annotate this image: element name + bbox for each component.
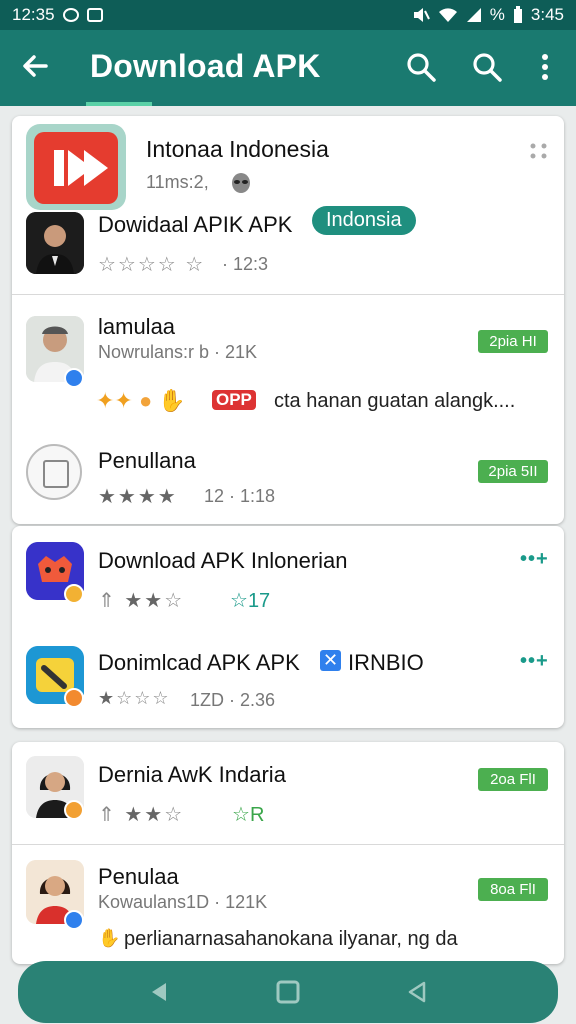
list-item-title[interactable]: Penulaa — [98, 864, 179, 890]
status-badge: 8oa FlI — [478, 878, 548, 901]
status-badge: 2oa FlI — [478, 768, 548, 791]
notification-icon — [62, 8, 79, 22]
overflow-menu-icon[interactable] — [528, 50, 562, 84]
app-bar: Download APK — [0, 30, 576, 106]
verified-icon — [64, 910, 84, 930]
hand-icon: ✋ — [98, 928, 121, 948]
more-options-icon[interactable]: ••+ — [520, 548, 549, 571]
app-card: Intonaa Indonesia 11ms:2, Dowidaal APIK … — [12, 116, 564, 524]
divider — [12, 294, 564, 295]
wifi-icon — [438, 8, 457, 22]
search-icon[interactable] — [404, 50, 438, 84]
status-badge: Indonsia — [312, 206, 416, 235]
mute-icon — [413, 8, 430, 22]
more-options-icon[interactable]: ••+ — [520, 650, 549, 673]
tag-label: IRNBIO — [348, 650, 424, 675]
list-item-title[interactable]: lamulaa — [98, 314, 175, 340]
rating-count: R — [249, 804, 265, 826]
emoji-strip: ✦✦ ● ✋ — [96, 388, 186, 413]
rating-count: 12 · 1:18 — [204, 486, 276, 506]
status-bar: 12:35 % 3:45 — [0, 0, 576, 30]
list-item-title[interactable]: Dowidaal APIK APK — [98, 212, 292, 238]
status-badge: 2pia 5II — [478, 460, 548, 483]
rating-value: ☆17 — [230, 590, 271, 612]
tag-icon: ✕ — [320, 650, 342, 671]
back-nav-icon[interactable] — [142, 975, 176, 1009]
calendar-icon — [86, 8, 103, 22]
app-placeholder-icon[interactable] — [26, 444, 82, 500]
rating-count: · 12:3 — [222, 254, 269, 274]
list-item-body: perlianarnasahanokana ilyanar, ng da — [124, 928, 458, 950]
person-avatar-icon — [26, 212, 84, 274]
system-nav-bar — [18, 961, 558, 1023]
star-rating: ⇑ ★★☆ — [98, 590, 185, 612]
rating-value: ☆R — [232, 804, 265, 826]
divider — [12, 844, 564, 845]
play-logo-icon — [34, 132, 118, 204]
app-meta: 11ms:2, — [146, 172, 209, 192]
star-rating: ☆☆☆☆ ☆ — [98, 254, 206, 276]
list-item-title[interactable]: Donimlcad APK APK — [98, 650, 300, 676]
list-item-title[interactable]: Download APK Inlonerian — [98, 548, 348, 574]
search-icon[interactable] — [470, 50, 504, 84]
status-time: 12:35 — [12, 5, 55, 24]
tab-indicator — [86, 102, 152, 106]
star-rating: ★★★★ — [98, 486, 178, 508]
star-rating: ⇑ ★★☆ — [98, 804, 185, 826]
list-item-subtitle: Kowaulans1D · 121K — [98, 892, 268, 912]
signal-icon — [466, 8, 481, 22]
list-item-subtitle: Nowrulans:r b · 21K — [98, 342, 258, 362]
list-item-title[interactable]: Dernia AwK Indaria — [98, 762, 286, 788]
badge-icon — [64, 800, 84, 820]
battery-icon — [513, 6, 522, 23]
avatar[interactable] — [26, 212, 84, 274]
card-menu-icon[interactable] — [528, 140, 550, 162]
badge-icon — [64, 584, 84, 604]
home-nav-icon[interactable] — [271, 975, 305, 1009]
badge-icon — [64, 688, 84, 708]
rating-count: 1ZD · 2.36 — [190, 690, 276, 710]
verified-icon — [64, 368, 84, 388]
status-time-right: 3:45 — [530, 5, 564, 24]
app-card: Dernia AwK Indaria 2oa FlI ⇑ ★★☆ ☆R Penu… — [12, 742, 564, 964]
page-title: Download APK — [90, 48, 321, 84]
app-card: Download APK Inlonerian ••+ ⇑ ★★☆ ☆17 Do… — [12, 526, 564, 728]
app-icon-frame[interactable] — [26, 124, 126, 210]
list-item-body: cta hanan guatan alangk.... — [274, 390, 516, 412]
back-arrow-icon[interactable] — [18, 48, 54, 84]
rating-count: 17 — [247, 590, 271, 612]
status-badge: 2pia HI — [478, 330, 548, 353]
list-item-title[interactable]: Penullana — [98, 448, 196, 474]
battery-label: % — [489, 5, 505, 24]
star-rating: ★☆☆☆ — [98, 688, 171, 708]
recents-nav-icon[interactable] — [400, 975, 434, 1009]
app-title[interactable]: Intonaa Indonesia — [146, 136, 329, 163]
tag-label: OPP — [212, 390, 256, 410]
alien-icon — [232, 173, 250, 193]
